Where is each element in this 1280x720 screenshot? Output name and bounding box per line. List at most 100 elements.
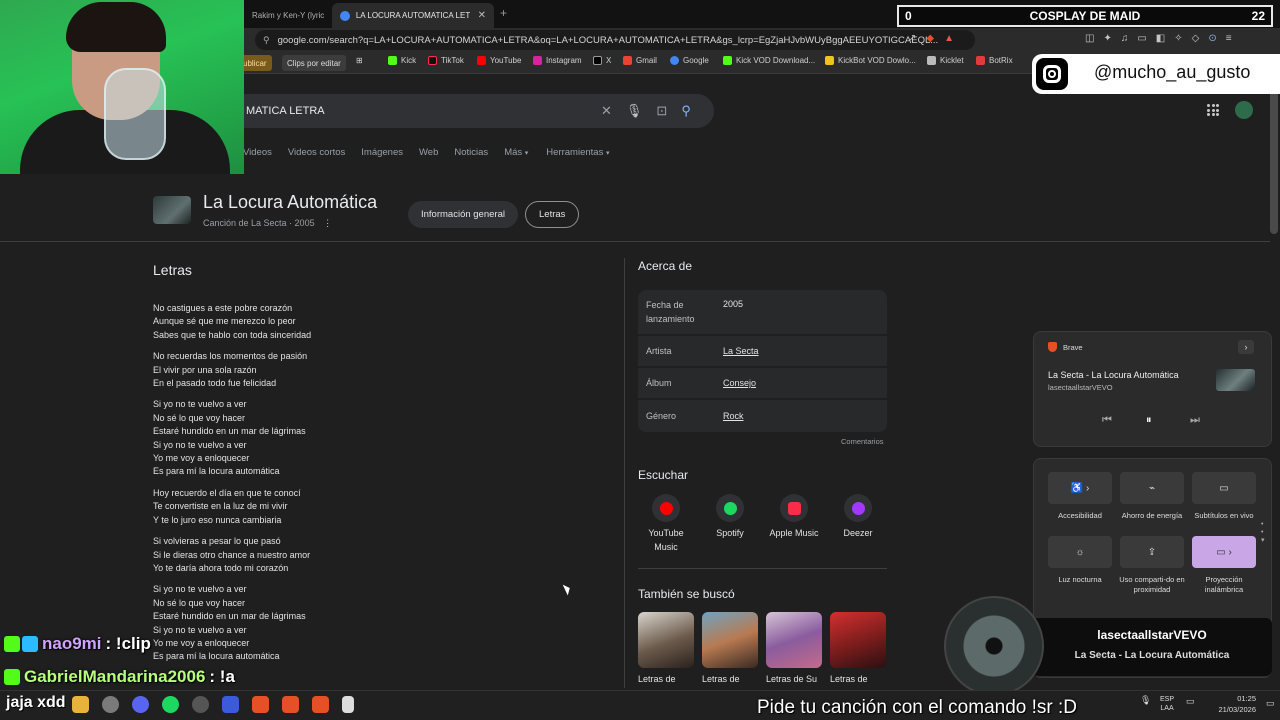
url-field[interactable]: ⚲ google.com/search?q=LA+LOCURA+AUTOMATI… [255, 30, 975, 50]
chevron-right-icon[interactable]: › [1238, 340, 1254, 354]
cast-button[interactable]: ▭ › [1192, 536, 1256, 568]
bookmark-kick-vod[interactable]: Kick VOD Download... [723, 56, 815, 65]
file-explorer-icon[interactable] [72, 696, 89, 713]
now-playing-disc [944, 596, 1044, 696]
bookmark-gmail[interactable]: Gmail [623, 56, 657, 65]
album-link[interactable]: Consejo [723, 378, 756, 388]
page-dots-icon[interactable]: • • ▾ [1261, 521, 1265, 545]
network-icon[interactable]: ▭ [1186, 696, 1195, 707]
browser-tab-active[interactable]: LA LOCURA AUTOMATICA LETRA ✕ [332, 3, 494, 28]
steam-icon[interactable] [102, 696, 119, 713]
google-apps-icon[interactable] [1207, 104, 1219, 116]
previous-track-icon[interactable]: ⏮ [1102, 414, 1112, 427]
youtube-music-link[interactable]: YouTube Music [634, 494, 698, 554]
tab-images[interactable]: Imágenes [361, 147, 403, 158]
brave-icon[interactable] [252, 696, 269, 713]
brave-shields-icon[interactable]: ◆ [926, 33, 934, 44]
search-icon[interactable]: ⚲ [681, 103, 691, 119]
app-icon[interactable] [222, 696, 239, 713]
document-icon[interactable] [342, 696, 354, 713]
language-indicator[interactable]: ESP LAA [1160, 695, 1174, 713]
bookmark-youtube[interactable]: YouTube [477, 56, 521, 65]
about-row-release: Fecha de lanzamiento 2005 [638, 290, 887, 336]
tune-icon[interactable]: ⚲ [263, 35, 270, 46]
tab-short-videos[interactable]: Videos cortos [288, 147, 345, 158]
about-row-artist: Artista La Secta [638, 336, 887, 368]
genre-link[interactable]: Rock [723, 411, 744, 421]
comments-link[interactable]: Comentarios [841, 437, 884, 446]
bookmark-x[interactable]: X [593, 56, 611, 65]
spotify-icon[interactable] [162, 696, 179, 713]
new-tab-button[interactable]: + [500, 6, 507, 20]
browser-tab[interactable]: Rakim y Ken-Y (lyric [244, 3, 332, 28]
brave-icon[interactable] [312, 696, 329, 713]
night-light-button[interactable]: ☼ [1048, 536, 1112, 568]
now-playing-box [1032, 618, 1272, 676]
song-thumbnail[interactable] [153, 196, 191, 224]
tab-videos[interactable]: Videos [243, 147, 272, 158]
leo-ai-icon[interactable]: ✧ [1174, 33, 1182, 44]
instagram-handle: @mucho_au_gusto [1094, 62, 1251, 82]
bookmark-botrix[interactable]: BotRix [976, 56, 1013, 65]
brave-icon [1048, 342, 1057, 352]
lyrics-stanza: No recuerdas los momentos de pasión El v… [153, 351, 308, 389]
extension-icon[interactable]: ◫ [1085, 33, 1094, 44]
artist-link[interactable]: La Secta [723, 346, 759, 356]
live-captions-button[interactable]: ▭ [1192, 472, 1256, 504]
close-tab-icon[interactable]: ✕ [478, 10, 486, 21]
lyrics-stanza: Hoy recuerdo el día en que te conocí Te … [153, 487, 301, 525]
microphone-icon[interactable]: 🎙 [1140, 695, 1151, 706]
bookmark-instagram[interactable]: Instagram [533, 56, 582, 65]
nearby-share-icon: ⇪ [1147, 546, 1157, 558]
apple-music-link[interactable]: Apple Music [762, 494, 826, 540]
wallet-icon[interactable]: ⊙ [1208, 33, 1216, 44]
accessibility-button[interactable]: ♿ › [1048, 472, 1112, 504]
related-item[interactable]: Letras de [638, 612, 694, 684]
energy-saver-button[interactable]: ⌁ [1120, 472, 1184, 504]
next-track-icon[interactable]: ⏭ [1190, 414, 1200, 427]
lyrics-stanza: Si yo no te vuelvo a ver No sé lo que vo… [153, 584, 306, 662]
notifications-icon[interactable]: ▭ [1266, 698, 1275, 709]
pause-icon[interactable]: ⏸ [1146, 414, 1152, 427]
chip-overview[interactable]: Información general [408, 201, 518, 228]
clear-icon[interactable]: ✕ [601, 103, 612, 119]
tab-title: Rakim y Ken-Y (lyric [252, 11, 325, 20]
bookmark-tiktok[interactable]: TikTok [428, 56, 464, 65]
tab-news[interactable]: Noticias [454, 147, 488, 158]
bookmark-google[interactable]: Google [670, 56, 709, 65]
share-icon[interactable]: ↗ [908, 33, 916, 44]
tab-tools[interactable]: Herramientas ▾ [546, 147, 609, 158]
bookmark-kick[interactable]: Kick [388, 56, 416, 65]
related-item[interactable]: Letras de [702, 612, 758, 684]
tab-more[interactable]: Más ▾ [504, 147, 528, 158]
brave-rewards-icon[interactable]: ▲ [944, 33, 954, 44]
more-options-icon[interactable]: ⋮ [323, 218, 332, 228]
brave-icon[interactable] [282, 696, 299, 713]
reading-list-icon[interactable]: ▭ [1137, 33, 1146, 44]
taskbar-clock[interactable]: 01:25 21/03/2026 [1216, 693, 1256, 715]
microphone-icon[interactable]: 🎙 [626, 103, 643, 119]
media-icon[interactable]: ♫ [1121, 33, 1129, 44]
obs-icon[interactable] [192, 696, 209, 713]
searchbox-actions: ✕ 🎙 ⊡ ⚲ [601, 103, 691, 119]
discord-icon[interactable] [132, 696, 149, 713]
vpn-icon[interactable]: ◇ [1192, 33, 1200, 44]
extensions-puzzle-icon[interactable]: ✦ [1103, 33, 1111, 44]
nearby-share-button[interactable]: ⇪ [1120, 536, 1184, 568]
apps-shortcut-icon[interactable]: ⊞ [356, 56, 363, 65]
lens-icon[interactable]: ⊡ [656, 103, 667, 119]
deezer-link[interactable]: Deezer [826, 494, 890, 540]
chip-lyrics[interactable]: Letras [525, 201, 580, 228]
menu-icon[interactable]: ≡ [1226, 33, 1232, 44]
related-item[interactable]: Letras de [830, 612, 886, 684]
tab-web[interactable]: Web [419, 147, 438, 158]
sidebar-icon[interactable]: ◧ [1156, 33, 1165, 44]
bookmark-kickbot-vod[interactable]: KickBot VOD Dowlo... [825, 56, 916, 65]
bookmark-kicklet[interactable]: Kicklet [927, 56, 964, 65]
listen-heading: Escuchar [638, 468, 689, 482]
related-item[interactable]: Letras de Su [766, 612, 822, 684]
avatar[interactable] [1235, 101, 1253, 119]
bookmark-clips[interactable]: Clips por editar [282, 55, 346, 71]
page-scrollbar[interactable] [1270, 74, 1278, 234]
spotify-link[interactable]: Spotify [698, 494, 762, 540]
